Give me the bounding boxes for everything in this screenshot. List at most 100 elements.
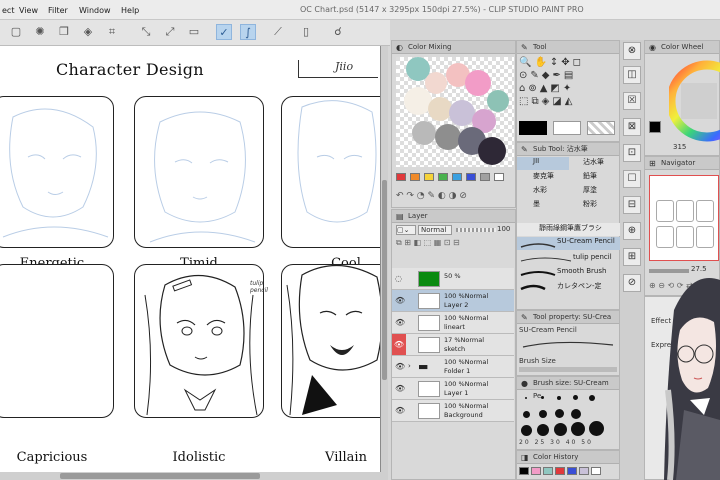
free-transform-icon[interactable]: ⤢ <box>162 24 178 40</box>
zoom-icon[interactable]: ⊗ <box>623 42 641 60</box>
menu-item-help[interactable]: Help <box>121 6 139 15</box>
canvas-vertical-scroll-thumb[interactable] <box>382 180 387 380</box>
navigator-preview[interactable] <box>649 175 719 261</box>
layer-toolbar[interactable]: ⧉ ⊞ ◧ ⬚ ▦ ⊡ ⊟ <box>396 238 514 248</box>
visibility-icon[interactable]: 👁 <box>392 334 406 355</box>
swatch-yellow[interactable] <box>424 173 434 181</box>
history-swatch[interactable] <box>531 467 541 475</box>
opacity-slider[interactable] <box>456 228 496 232</box>
brush-item[interactable]: 靜雨綠鋼筆鷹ブラシ <box>517 223 621 236</box>
menu-item-edit[interactable]: ect <box>2 6 14 15</box>
visibility-icon[interactable]: 👁 <box>395 406 405 415</box>
layer-row[interactable]: 👁 100 %Normal Background <box>392 400 514 422</box>
clip-icon[interactable]: ⊘ <box>623 274 641 292</box>
layer-row[interactable]: 👁 100 %Normal lineart <box>392 312 514 334</box>
device-icon[interactable]: ▯ <box>298 24 314 40</box>
size-dot-7[interactable] <box>589 395 595 401</box>
visibility-icon[interactable]: ◌ <box>395 274 405 283</box>
material-icon[interactable]: ⊕ <box>623 222 641 240</box>
visibility-icon[interactable]: 👁 <box>395 384 405 393</box>
history-swatch[interactable] <box>567 467 577 475</box>
subtool-tab[interactable]: 麥克筆 <box>517 171 569 184</box>
history-swatch[interactable] <box>591 467 601 475</box>
copy-icon[interactable]: ❐ <box>56 24 72 40</box>
ruler-icon[interactable]: ⟋ <box>270 24 286 40</box>
swatch-orange[interactable] <box>410 173 420 181</box>
transparent-swatch[interactable] <box>587 121 615 135</box>
window-icon[interactable]: ◫ <box>623 66 641 84</box>
history-swatch[interactable] <box>555 467 565 475</box>
cell-energetic[interactable] <box>0 96 114 248</box>
mixing-palette[interactable] <box>396 173 514 183</box>
quick-access-icon[interactable]: ⊟ <box>623 196 641 214</box>
assist-icon[interactable]: ☌ <box>330 24 346 40</box>
fill-icon[interactable]: ◈ <box>80 24 96 40</box>
color-wheel[interactable] <box>669 59 720 143</box>
size-dot-3[interactable] <box>557 396 561 400</box>
size-dot-50[interactable] <box>589 421 604 436</box>
menu-item-view[interactable]: View <box>19 6 38 15</box>
main-color-swatch[interactable] <box>519 121 547 135</box>
select-icon[interactable]: ▭ <box>186 24 202 40</box>
crop-icon[interactable]: ⌗ <box>104 24 120 40</box>
tool-grid[interactable]: 🔍✋↕✥◻ ⊙✎◆✒▤ ⌂⊚▲◩✦ ⬚⧉◈◪◭ <box>519 56 619 108</box>
swatch-red[interactable] <box>396 173 406 181</box>
swatch-white[interactable] <box>494 173 504 181</box>
transform-icon[interactable]: ⤡ <box>138 24 154 40</box>
swatch-blue[interactable] <box>452 173 462 181</box>
brush-size-slider[interactable] <box>519 367 617 372</box>
subtool-tab[interactable]: JII <box>517 157 569 170</box>
subtool-tab[interactable]: 粉彩 <box>569 199 621 212</box>
subtool-tab[interactable]: 厚塗 <box>569 185 621 198</box>
swatch-indigo[interactable] <box>466 173 476 181</box>
swatch-green[interactable] <box>438 173 448 181</box>
opacity-value[interactable]: 100 <box>497 225 510 233</box>
size-dot-5[interactable] <box>573 395 578 400</box>
canvas-page[interactable]: Character Design Jiio Energetic T <box>0 46 380 472</box>
size-dot-12[interactable] <box>539 410 547 418</box>
visibility-icon[interactable]: 👁 <box>395 362 405 371</box>
blend-mode-select[interactable]: Normal <box>418 225 452 235</box>
memo-icon[interactable]: ⊡ <box>623 144 641 162</box>
subtool-tab[interactable]: 水彩 <box>517 185 569 198</box>
folder-expand-icon[interactable]: › <box>408 362 411 370</box>
menu-item-window[interactable]: Window <box>79 6 111 15</box>
size-dot-1[interactable] <box>525 397 527 399</box>
size-dot-15[interactable] <box>555 409 564 418</box>
subtool-tab[interactable]: 鉛筆 <box>569 171 621 184</box>
subtool-tab[interactable]: 沾水筆 <box>569 157 621 170</box>
stabilizer-icon[interactable]: ✓ <box>216 24 232 40</box>
mixing-tools[interactable]: ↶ ↷ ◔ ✎ ◐ ◑ ⊘ <box>396 191 514 203</box>
new-icon[interactable]: ▢ <box>8 24 24 40</box>
sub-color-swatch[interactable] <box>553 121 581 135</box>
subtool-tab[interactable]: 墨 <box>517 199 569 212</box>
cell-timid[interactable] <box>134 96 264 248</box>
mixing-canvas[interactable] <box>396 57 514 167</box>
size-dot-25[interactable] <box>537 424 549 436</box>
menu-item-filter[interactable]: Filter <box>48 6 68 15</box>
smoothing-icon[interactable]: ∫ <box>240 24 256 40</box>
swatch-gray[interactable] <box>480 173 490 181</box>
cell-idolistic[interactable] <box>134 264 264 418</box>
cell-villain[interactable] <box>281 264 380 418</box>
visibility-icon[interactable]: 👁 <box>395 296 405 305</box>
history-swatch[interactable] <box>579 467 589 475</box>
size-dot-2[interactable] <box>541 396 544 399</box>
size-dot-10[interactable] <box>523 411 530 418</box>
layer-row[interactable]: 👁 › ▬ 100 %Normal Folder 1 <box>392 356 514 378</box>
layer-row[interactable]: 👁 17 %Normal sketch <box>392 334 514 356</box>
audio-icon[interactable]: ☐ <box>623 170 641 188</box>
size-dot-20[interactable] <box>521 425 532 436</box>
history-swatch[interactable] <box>519 467 529 475</box>
size-dot-30[interactable] <box>554 423 567 436</box>
loading-icon[interactable]: ✺ <box>32 24 48 40</box>
layer-type-dropdown[interactable]: ▢⌄ <box>396 225 416 235</box>
search-icon[interactable]: ⊞ <box>623 248 641 266</box>
size-dot-17[interactable] <box>571 409 581 419</box>
cell-capricious[interactable] <box>0 264 114 418</box>
primary-color-chip[interactable] <box>649 121 661 133</box>
history-swatch[interactable] <box>543 467 553 475</box>
cell-cool[interactable] <box>281 96 380 248</box>
layer-property-icon[interactable]: ☒ <box>623 92 641 110</box>
layer-row-selected[interactable]: 👁 100 %Normal Layer 2 <box>392 290 514 312</box>
